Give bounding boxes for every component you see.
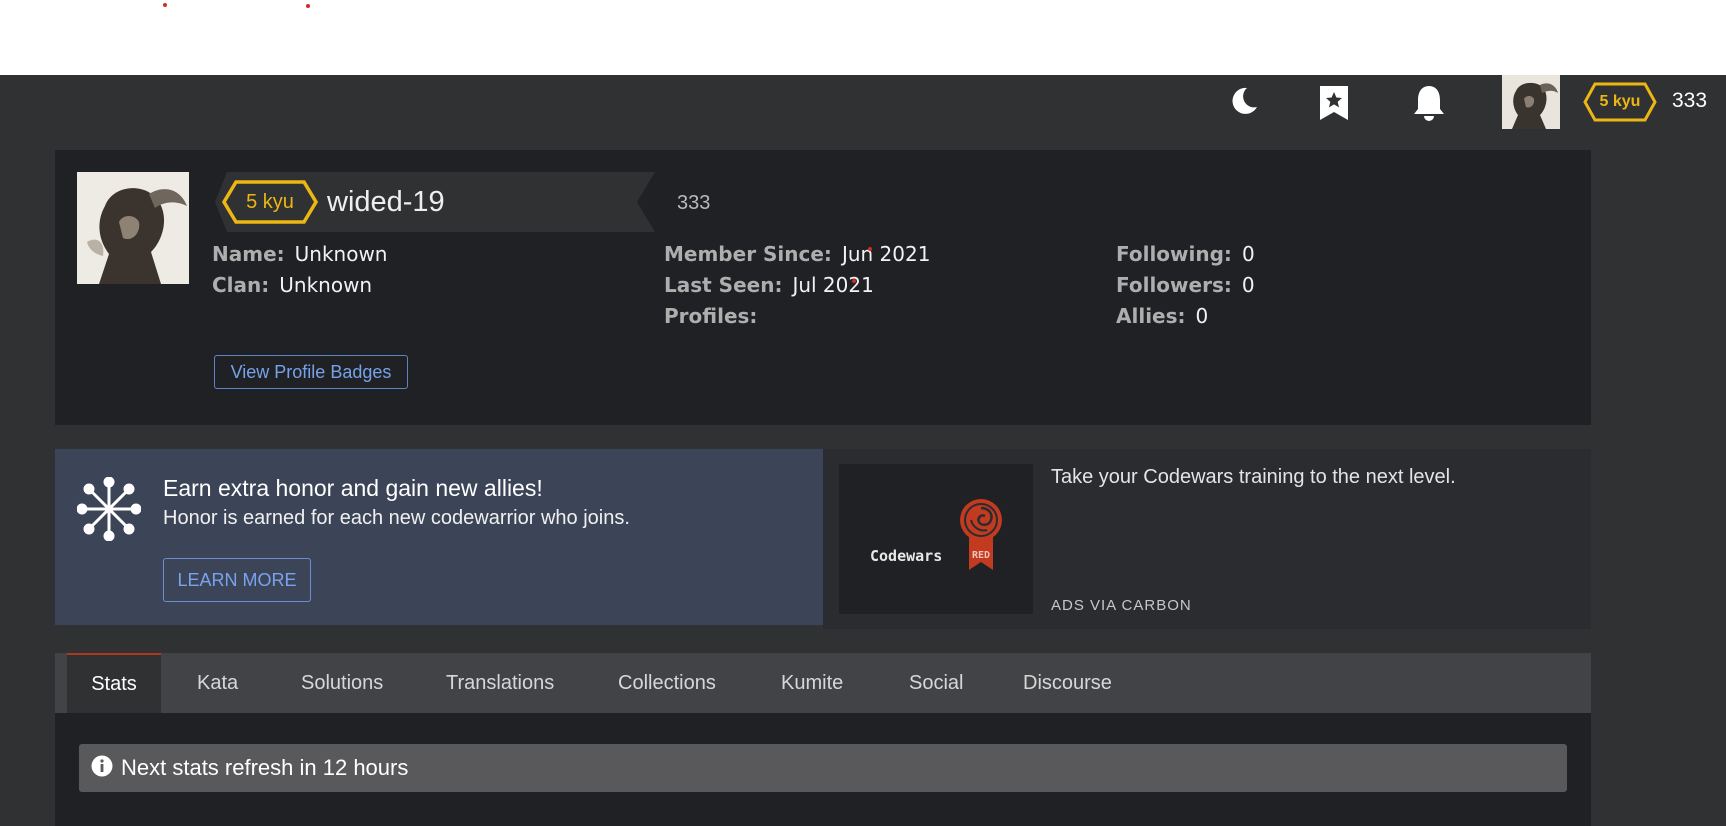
tab-translations[interactable]: Translations xyxy=(446,653,554,713)
profile-tabs: Stats Kata Solutions Translations Collec… xyxy=(55,653,1591,713)
ad-logo-text: Codewars xyxy=(870,547,943,565)
username: wided-19 xyxy=(327,186,445,218)
codewars-red-ribbon-icon: RED xyxy=(960,499,1002,570)
ad-text[interactable]: Take your Codewars training to the next … xyxy=(1051,466,1456,489)
name-value: Unknown xyxy=(294,242,388,266)
bookmark-star-icon[interactable] xyxy=(1316,83,1352,123)
allies-label: Allies: xyxy=(1116,304,1186,328)
tab-discourse[interactable]: Discourse xyxy=(1023,653,1112,713)
bell-icon[interactable] xyxy=(1409,82,1449,124)
tab-collections[interactable]: Collections xyxy=(618,653,716,713)
last-seen-label: Last Seen: xyxy=(664,273,783,297)
network-icon xyxy=(76,476,142,546)
moon-icon[interactable] xyxy=(1225,83,1261,119)
avatar[interactable] xyxy=(1502,75,1560,129)
rank-badge: 5 kyu xyxy=(1583,82,1657,122)
last-seen-value: Jul 2021 xyxy=(792,273,874,297)
followers-value: 0 xyxy=(1241,273,1255,297)
ads-via-carbon-link[interactable]: ADS VIA CARBON xyxy=(1051,597,1192,614)
rank-badge: 5 kyu xyxy=(222,180,318,224)
following-value: 0 xyxy=(1241,242,1255,266)
clan-value: Unknown xyxy=(279,273,373,297)
tab-kumite[interactable]: Kumite xyxy=(781,653,843,713)
alert-text: Next stats refresh in 12 hours xyxy=(121,755,409,780)
clan-row: Clan: Unknown xyxy=(212,273,372,297)
last-seen-row: Last Seen: Jul 2021 xyxy=(664,273,874,297)
red-dot xyxy=(306,4,310,8)
member-since-label: Member Since: xyxy=(664,242,832,266)
member-since-value: Jun 2021 xyxy=(841,242,931,266)
promo-title: Earn extra honor and gain new allies! xyxy=(163,475,543,501)
stats-content: Next stats refresh in 12 hours xyxy=(55,713,1591,826)
tab-solutions[interactable]: Solutions xyxy=(301,653,383,713)
allies-value: 0 xyxy=(1195,304,1209,328)
stats-refresh-alert: Next stats refresh in 12 hours xyxy=(79,744,1567,792)
allies-row: Allies: 0 xyxy=(1116,304,1208,328)
name-label: Name: xyxy=(212,242,285,266)
ad-image[interactable]: Codewars RED xyxy=(839,464,1033,614)
following-row: Following: 0 xyxy=(1116,242,1255,266)
profiles-label: Profiles: xyxy=(664,304,758,328)
profiles-row: Profiles: xyxy=(664,304,757,328)
honor-count: 333 xyxy=(1672,89,1708,112)
clan-label: Clan: xyxy=(212,273,270,297)
app-container: 5 kyu 333 5 kyu wided-19 333 Name: Unknow… xyxy=(0,75,1726,826)
profile-avatar xyxy=(77,172,189,284)
red-dot xyxy=(852,279,856,283)
name-row: Name: Unknown xyxy=(212,242,387,266)
honor-count: 333 xyxy=(677,192,711,214)
info-icon xyxy=(91,755,113,782)
view-profile-badges-button[interactable]: View Profile Badges xyxy=(214,355,408,389)
carbon-ad[interactable]: Codewars RED Take your Codewars training… xyxy=(823,449,1591,629)
tab-social[interactable]: Social xyxy=(909,653,963,713)
tab-stats[interactable]: Stats xyxy=(67,653,161,713)
learn-more-button[interactable]: LEARN MORE xyxy=(163,558,311,602)
referral-promo: Earn extra honor and gain new allies! Ho… xyxy=(55,449,823,625)
red-dot xyxy=(868,247,872,251)
red-dot xyxy=(163,3,167,7)
followers-label: Followers: xyxy=(1116,273,1232,297)
profile-card: 5 kyu wided-19 333 Name: Unknown Clan: Unk… xyxy=(55,150,1591,425)
ribbon-text: RED xyxy=(972,550,990,561)
member-since-row: Member Since: Jun 2021 xyxy=(664,242,930,266)
followers-row: Followers: 0 xyxy=(1116,273,1255,297)
following-label: Following: xyxy=(1116,242,1232,266)
tab-kata[interactable]: Kata xyxy=(197,653,238,713)
promo-subtitle: Honor is earned for each new codewarrior… xyxy=(163,507,630,529)
